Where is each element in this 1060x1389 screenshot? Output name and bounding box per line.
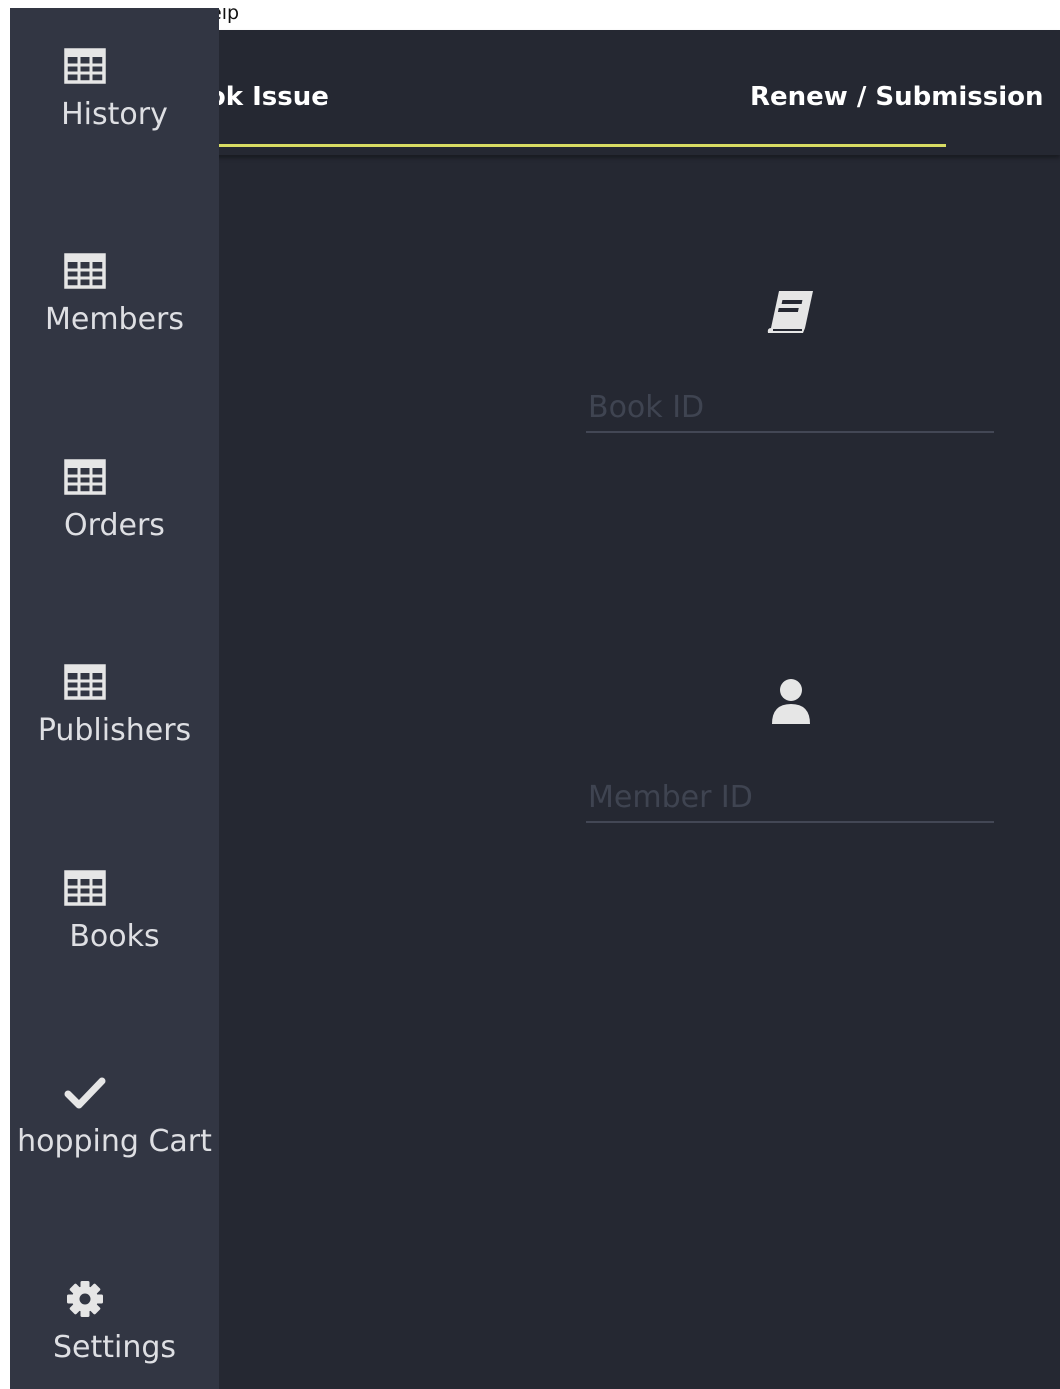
tab-renew-submission[interactable]: Renew / Submission: [750, 82, 1044, 112]
member-id-input[interactable]: [586, 773, 994, 823]
sidebar-item-settings[interactable]: Settings: [10, 1278, 219, 1389]
sidebar-item-label: Publishers: [37, 713, 192, 748]
book-icon: [767, 291, 813, 333]
sidebar-item-books[interactable]: Books: [10, 867, 219, 1027]
table-icon: [64, 664, 106, 700]
sidebar: History Members Orders Publishers Books …: [10, 8, 219, 1389]
app-window: elp ook Issue Renew / Submission Book ID…: [10, 8, 1060, 1389]
table-icon: [64, 870, 106, 906]
table-icon: [64, 253, 106, 289]
sidebar-item-label: Settings: [52, 1330, 177, 1365]
sidebar-item-publishers[interactable]: Publishers: [10, 661, 219, 821]
check-icon: [64, 1077, 106, 1109]
table-icon: [64, 459, 106, 495]
table-icon: [64, 48, 106, 84]
sidebar-item-history[interactable]: History: [10, 45, 219, 205]
sidebar-item-label: Books: [69, 919, 160, 954]
sidebar-item-members[interactable]: Members: [10, 250, 219, 410]
user-icon: [772, 679, 810, 724]
book-id-input[interactable]: [586, 383, 994, 433]
sidebar-item-label: Orders: [64, 508, 165, 543]
sidebar-item-label: Members: [44, 302, 185, 337]
sidebar-item-label: History: [61, 97, 168, 132]
sidebar-item-orders[interactable]: Orders: [10, 456, 219, 616]
active-tab-indicator: [210, 144, 946, 147]
gear-icon: [67, 1281, 103, 1317]
sidebar-item-shopping-cart[interactable]: hopping Cart: [10, 1072, 219, 1232]
sidebar-item-label: hopping Cart: [17, 1124, 212, 1159]
